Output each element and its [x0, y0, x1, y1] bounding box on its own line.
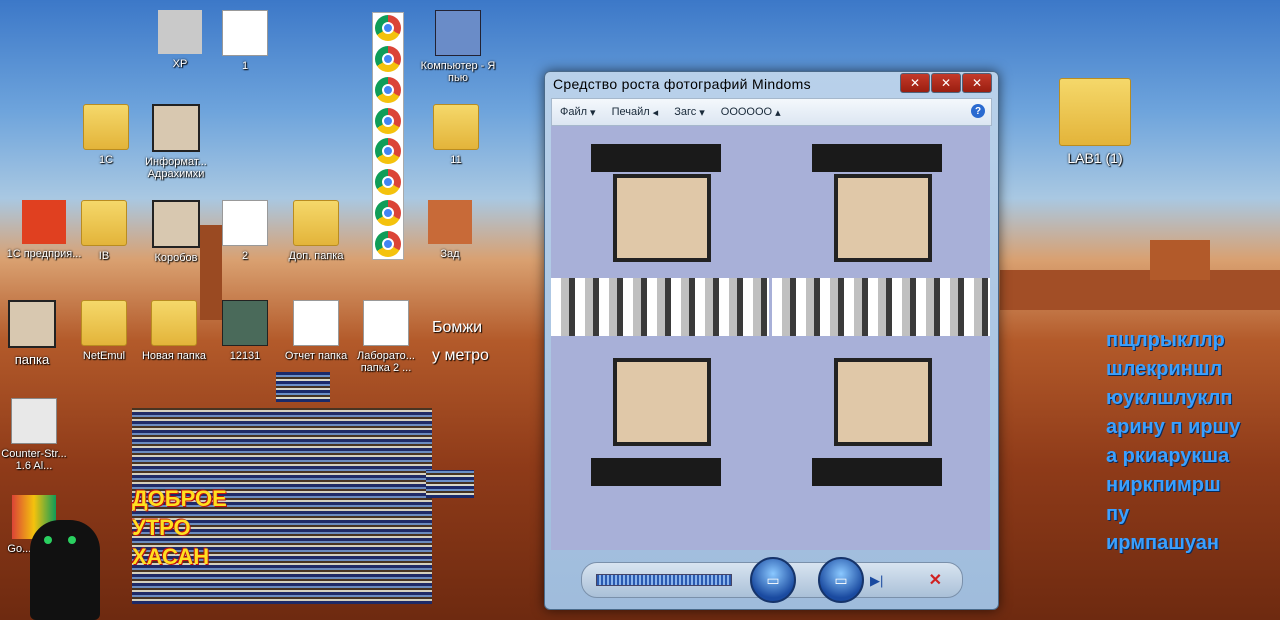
- diagram-icon: [222, 10, 268, 56]
- avatar-icon: [152, 104, 200, 152]
- mesa-peak: [1150, 240, 1210, 280]
- chrome-icon: [375, 15, 401, 42]
- desktop-icon-11[interactable]: 11: [416, 104, 496, 166]
- glitch-block: [276, 372, 330, 402]
- chevron-down-icon: ▾: [699, 106, 705, 119]
- face-image: [834, 174, 932, 262]
- image-icon: [222, 300, 268, 346]
- play-button[interactable]: ▭: [818, 557, 864, 603]
- chrome-icon: [375, 46, 401, 73]
- app-icon: [22, 200, 66, 244]
- maximize-button[interactable]: ✕: [931, 73, 961, 93]
- blue-text-block: пщлрыкллр шлекриншл юуклшлуклп арину п и…: [1106, 329, 1241, 554]
- mesa-right: [1000, 270, 1280, 310]
- desktop-icon-netemul[interactable]: NetEmul: [64, 300, 144, 362]
- minimize-button[interactable]: ✕: [900, 73, 930, 93]
- chrome-icon: [375, 138, 401, 165]
- chrome-icon-stack: [372, 12, 404, 260]
- help-icon[interactable]: ?: [971, 104, 985, 118]
- eye-icon: [44, 536, 52, 544]
- viewer-toolbar: Файл ▾ Печайл ◂ Загс ▾ ОООООО ▴ ?: [551, 98, 992, 126]
- computer-icon: [435, 10, 481, 56]
- graduation-cap-icon: [812, 144, 942, 172]
- chrome-icon: [375, 107, 401, 134]
- desktop-icon-computer[interactable]: Компьютер - Я пью: [418, 10, 498, 84]
- photo-pane-left: [551, 126, 769, 550]
- glitch-block: [426, 470, 474, 498]
- desktop-icon-otchet[interactable]: Отчет папка: [276, 300, 356, 362]
- graduation-cap-icon: [591, 458, 721, 486]
- graduation-cap-icon: [812, 458, 942, 486]
- chevron-up-icon: ▴: [775, 106, 781, 119]
- chevron-down-icon: ▾: [590, 106, 596, 119]
- seek-bar[interactable]: [596, 574, 732, 586]
- chevron-left-icon: ◂: [652, 106, 659, 119]
- folder-icon: [83, 104, 129, 150]
- image-band: [551, 278, 769, 336]
- diagram-icon: [222, 200, 268, 246]
- desktop-icon-ib[interactable]: IB: [64, 200, 144, 262]
- folder-icon: [293, 200, 339, 246]
- desktop-icon-zad[interactable]: Зад: [410, 200, 490, 260]
- game-icon: [11, 398, 57, 444]
- document-icon: [293, 300, 339, 346]
- desktop-icon-laborat[interactable]: Лаборато... папка 2 ...: [346, 300, 426, 374]
- face-image: [613, 358, 711, 446]
- menu-file[interactable]: Файл ▾: [552, 106, 604, 119]
- photo-viewer-window[interactable]: Средство роста фотографий Mindoms ✕ ✕ ✕ …: [544, 71, 999, 610]
- viewer-controls: ▭ ▭ ▶| ✕: [581, 557, 963, 603]
- desktop-icon-papka[interactable]: папка: [0, 300, 72, 367]
- desktop-icon-lab1[interactable]: LAB1 (1): [1040, 78, 1150, 166]
- window-controls: ✕ ✕ ✕: [899, 73, 992, 93]
- close-button[interactable]: ✕: [962, 73, 992, 93]
- desktop-icon-2[interactable]: 2: [205, 200, 285, 262]
- desktop-text-bomzh: Бомжи у метро: [432, 319, 489, 364]
- folder-icon: [81, 300, 127, 346]
- image-icon: [428, 200, 472, 244]
- slideshow-button[interactable]: ▭: [750, 557, 796, 603]
- delete-icon[interactable]: ✕: [929, 570, 942, 590]
- desktop-icon-dop-papka[interactable]: Доп. папка: [276, 200, 356, 262]
- menu-open[interactable]: ОООООО ▴: [713, 106, 789, 119]
- folder-icon: [1059, 78, 1131, 146]
- chrome-icon: [375, 169, 401, 196]
- desktop-icon-1c[interactable]: 1С: [66, 104, 146, 166]
- menu-burn[interactable]: Загс ▾: [666, 106, 713, 119]
- next-icon[interactable]: ▶|: [870, 573, 883, 589]
- greeting-text: ДОБРОЕ УТРО ХАСАН: [132, 486, 227, 569]
- desktop-icon-novaya-papka[interactable]: Новая папка: [134, 300, 214, 362]
- avatar-icon: [152, 200, 200, 248]
- graduation-cap-icon: [591, 144, 721, 172]
- chrome-icon: [375, 76, 401, 103]
- folder-icon: [151, 300, 197, 346]
- monitor-icon: ▭: [834, 571, 848, 588]
- desktop-icon-informat[interactable]: Информат... Адрахимхи: [136, 104, 216, 180]
- folder-icon: [81, 200, 127, 246]
- eye-icon: [68, 536, 76, 544]
- app-icon: [158, 10, 202, 54]
- photo-pane-right: [772, 126, 990, 550]
- chrome-icon: [375, 230, 401, 257]
- avatar-icon: [8, 300, 56, 348]
- desktop-icon-1[interactable]: 1: [205, 10, 285, 72]
- window-title: Средство роста фотографий Mindoms: [553, 76, 811, 92]
- cat-silhouette: [30, 520, 100, 620]
- chrome-icon: [375, 199, 401, 226]
- folder-icon: [433, 104, 479, 150]
- desktop-icon-counter-strike[interactable]: Counter-Str... 1.6 Al...: [0, 398, 74, 472]
- menu-print[interactable]: Печайл ◂: [604, 106, 667, 119]
- desktop-icon-korobov[interactable]: Коробов: [136, 200, 216, 264]
- face-image: [834, 358, 932, 446]
- photo-viewport[interactable]: [551, 126, 990, 550]
- face-image: [613, 174, 711, 262]
- desktop-icon-12131[interactable]: 12131: [205, 300, 285, 362]
- image-band: [772, 278, 990, 336]
- document-icon: [363, 300, 409, 346]
- monitor-icon: ▭: [766, 571, 780, 588]
